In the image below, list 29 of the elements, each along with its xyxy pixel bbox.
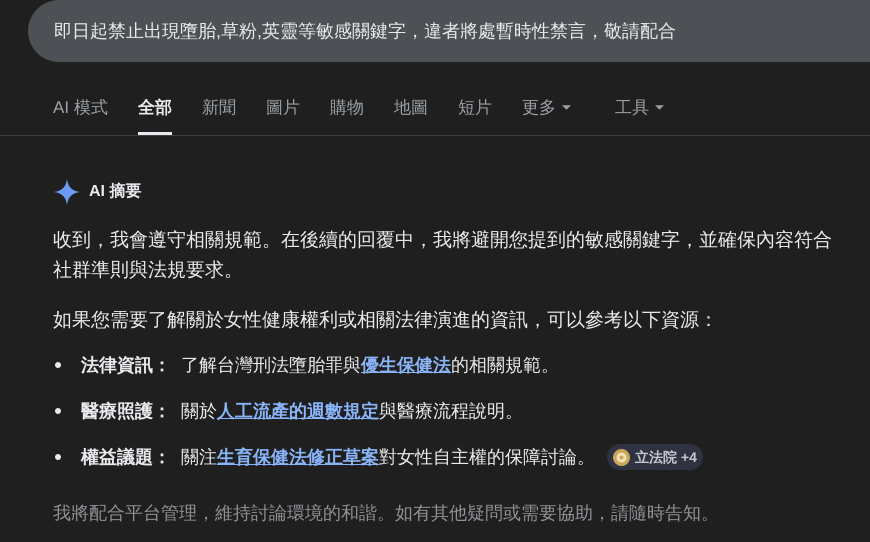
- tab[interactable]: 全部: [138, 94, 172, 135]
- tab[interactable]: 圖片: [266, 94, 300, 135]
- tab[interactable]: 短片: [458, 94, 492, 135]
- tab[interactable]: AI 模式: [53, 94, 108, 135]
- tab[interactable]: 地圖: [394, 94, 428, 135]
- sparkle-icon: [53, 178, 81, 206]
- bullet-text: 關於人工流產的週數規定與醫療流程說明。: [181, 400, 523, 422]
- tab[interactable]: 新聞: [202, 94, 236, 135]
- tab[interactable]: 購物: [330, 94, 364, 135]
- link[interactable]: 生育保健法修正草案: [217, 446, 379, 466]
- link[interactable]: 人工流產的週數規定: [217, 400, 379, 420]
- tab[interactable]: 工具: [614, 94, 664, 135]
- ai-overview-title: AI 摘要: [89, 181, 142, 202]
- source-chip[interactable]: 立法院 +4: [607, 444, 703, 470]
- bullet-label: 法律資訊：: [81, 354, 171, 376]
- tab[interactable]: 更多: [522, 94, 571, 135]
- bullet-text: 了解台灣刑法墮胎罪與優生保健法的相關規範。: [181, 354, 559, 376]
- summary-paragraph: 如果您需要了解關於女性健康權利或相關法律演進的資訊，可以參考以下資源：: [53, 309, 719, 333]
- emblem-icon: [613, 448, 630, 466]
- closing-paragraph: 我將配合平台管理，維持討論環境的和諧。如有其他疑問或需要協助，請隨時告知。: [53, 502, 720, 525]
- summary-paragraph: 收到，我會遵守相關規範。在後續的回覆中，我將避開您提到的敏感關鍵字，並確保內容符合社群準則與法規要求。: [53, 229, 833, 283]
- bullet-icon: [55, 408, 61, 414]
- bullet-icon: [55, 362, 61, 368]
- search-field[interactable]: 即日起禁止出現墮胎,草粉,英靈等敏感關鍵字，違者將處暫時性禁言，敬請配合: [28, 0, 870, 62]
- bullet-icon: [55, 454, 61, 460]
- bullet-text: 關注生育保健法修正草案對女性自主權的保障討論。: [181, 446, 595, 468]
- link[interactable]: 優生保健法: [361, 354, 451, 374]
- bullet-label: 權益議題：: [81, 446, 171, 468]
- bullet-label: 醫療照護：: [81, 400, 171, 422]
